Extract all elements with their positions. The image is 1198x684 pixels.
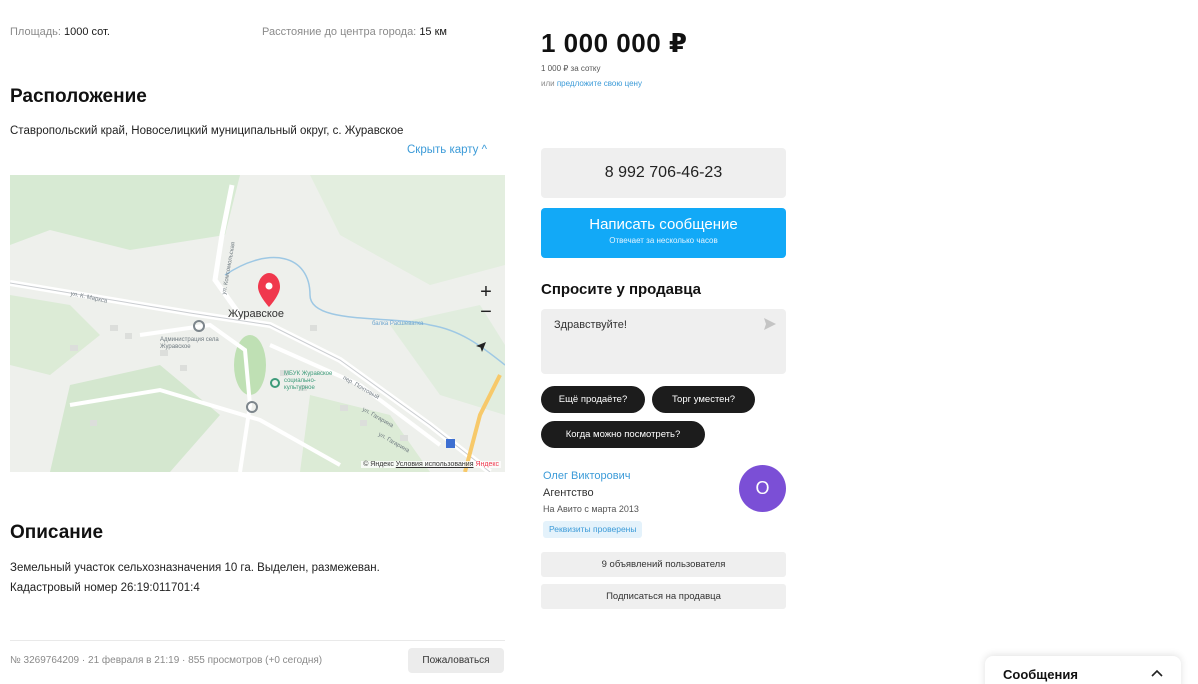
price-per-unit: 1 000 ₽ за сотку — [541, 64, 601, 73]
seller-ads-button[interactable]: 9 объявлений пользователя — [541, 552, 786, 577]
show-phone-button[interactable]: 8 992 706-46-23 — [541, 148, 786, 198]
yandex-brand: Яндекс — [475, 461, 499, 468]
send-icon[interactable] — [763, 317, 777, 331]
write-message-button[interactable]: Написать сообщение Отвечает за несколько… — [541, 208, 786, 258]
map-widget[interactable]: Журавское Администрация села Журавское М… — [10, 175, 505, 472]
ask-seller-title: Спросите у продавца — [541, 281, 701, 298]
ask-seller-text: Здравствуйте! — [554, 319, 627, 331]
offer-price-link[interactable]: предложите свою цену — [557, 79, 642, 88]
location-title: Расположение — [10, 86, 147, 107]
listing-meta: № 3269764209 · 21 февраля в 21:19 · 855 … — [10, 655, 323, 666]
map-canvas[interactable] — [10, 175, 505, 472]
map-credit: © Яндекс Условия использования Яндекс — [361, 461, 501, 468]
chip-still-selling[interactable]: Ещё продаёте? — [541, 386, 645, 413]
offer-prefix: или — [541, 79, 555, 88]
description-line-2: Кадастровый номер 26:19:011701:4 — [10, 582, 200, 594]
report-button[interactable]: Пожаловаться — [408, 648, 504, 673]
seller-since: На Авито с марта 2013 — [543, 504, 639, 514]
offer-line: или предложите свою цену — [541, 79, 642, 88]
chip-when-view[interactable]: Когда можно посмотреть? — [541, 421, 705, 448]
address-text: Ставропольский край, Новоселицкий муници… — [10, 125, 404, 137]
seller-name-link[interactable]: Олег Викторович — [543, 470, 630, 482]
location-pin-icon — [258, 273, 280, 307]
seller-avatar[interactable]: О — [739, 465, 786, 512]
chip-bargain[interactable]: Торг уместен? — [652, 386, 755, 413]
response-time: Отвечает за несколько часов — [609, 236, 718, 245]
seller-type: Агентство — [543, 487, 594, 499]
area-value: 1000 сот. — [64, 26, 110, 38]
price: 1 000 000 ₽ — [541, 28, 688, 58]
area-label: Площадь: — [10, 26, 61, 38]
area-param: Площадь: 1000 сот. — [10, 26, 110, 38]
messages-widget[interactable]: Сообщения — [985, 656, 1181, 684]
map-river-label: балка Расшеватка — [372, 321, 424, 327]
map-place-label: Журавское — [228, 308, 285, 320]
distance-label: Расстояние до центра города: — [262, 26, 417, 38]
locate-arrow-icon — [476, 342, 486, 352]
distance-param: Расстояние до центра города: 15 км — [262, 26, 447, 38]
subscribe-seller-button[interactable]: Подписаться на продавца — [541, 584, 786, 609]
zoom-in-button[interactable]: + — [475, 281, 497, 303]
footer-divider — [10, 640, 505, 641]
distance-value: 15 км — [419, 26, 447, 38]
description-text: Земельный участок сельхозназначения 10 г… — [10, 558, 470, 598]
chevron-up-icon[interactable] — [1151, 669, 1163, 677]
map-terms-link[interactable]: Условия использования — [396, 461, 474, 468]
verified-badge: Реквизиты проверены — [543, 521, 643, 538]
description-title: Описание — [10, 522, 104, 543]
zoom-out-button[interactable]: − — [475, 301, 497, 323]
ask-seller-input[interactable]: Здравствуйте! — [541, 309, 786, 374]
write-message-label: Написать сообщение — [589, 216, 738, 233]
description-line-1: Земельный участок сельхозназначения 10 г… — [10, 562, 380, 574]
map-school-label: МБУК Журавское социально-культурное — [284, 371, 333, 391]
map-admin-label: Администрация села Журавское — [160, 337, 219, 350]
locate-me-button[interactable] — [475, 341, 497, 363]
hide-map-link[interactable]: Скрыть карту ^ — [407, 144, 487, 156]
map-credit-prefix: © Яндекс — [363, 461, 394, 468]
messages-title: Сообщения — [1003, 667, 1078, 682]
